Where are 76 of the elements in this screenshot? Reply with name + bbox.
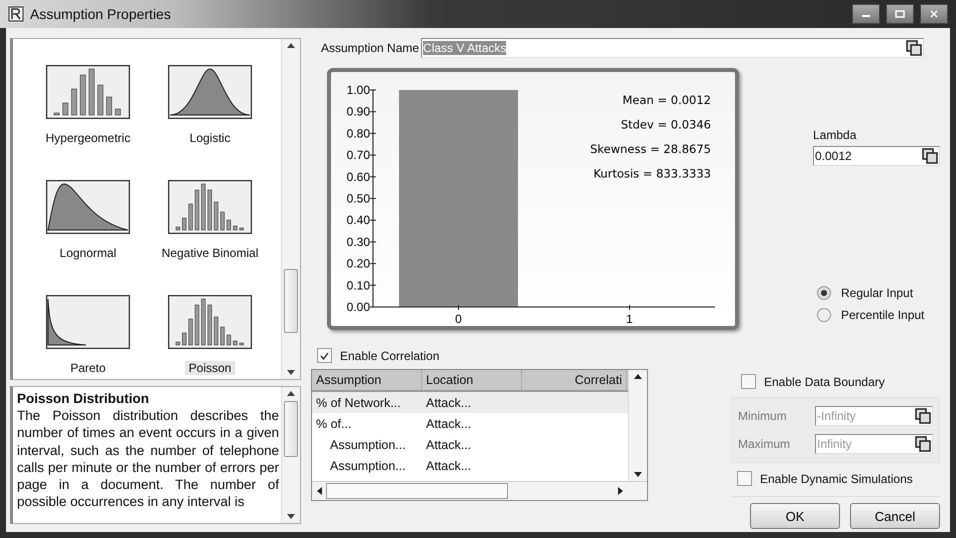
distribution-item[interactable]: Pareto [66,361,110,375]
distribution-item[interactable]: Poisson [184,361,236,375]
table-row[interactable]: % of Network... Attack... [312,392,628,413]
distribution-icon [168,295,252,349]
scrollbar[interactable] [312,481,647,500]
copy-icon[interactable] [906,40,922,56]
column-header[interactable]: Correlati [522,370,627,390]
up-arrow-icon[interactable] [634,374,642,379]
y-tick-label: 0.60 [346,170,370,184]
statistic-label: Skewness = 28.8675 [590,142,711,156]
column-header[interactable]: Location [422,370,522,390]
maximize-button[interactable] [886,4,914,24]
radio-label: Percentile Input [841,308,924,322]
close-button[interactable] [920,4,948,24]
radio-button[interactable] [817,308,831,322]
description-text: The Poisson distribution describes the number of times an event occurs in a given interval, such as the number of telephone calls per minute or the number of errors per page in a document. The number of possible occurrences in any interval is [17,407,279,510]
field-label: Maximum [738,437,790,451]
dialog-button[interactable]: Cancel [850,503,940,529]
y-tick-label: 0.10 [346,278,370,292]
distribution-icon [168,180,252,234]
left-arrow-icon[interactable] [317,487,322,495]
down-arrow-icon[interactable] [634,472,642,477]
column-header[interactable]: Assumption [312,370,422,390]
right-arrow-icon[interactable] [618,487,623,495]
y-tick-label: 0.70 [346,148,370,162]
y-tick-label: 0.90 [346,104,370,119]
scrollbar[interactable] [281,39,300,379]
radio-label: Regular Input [841,286,914,300]
y-tick-label: 0.00 [346,300,370,314]
statistic-label: Stdev = 0.0346 [620,118,711,132]
dialog-button[interactable]: OK [750,503,840,529]
distribution-icon [168,65,252,119]
distribution-item[interactable]: Logistic [186,131,234,145]
y-tick-label: 0.40 [346,213,370,228]
distribution-item[interactable]: Hypergeometric [42,131,134,145]
checkbox[interactable] [737,471,752,486]
checkbox-label: Enable Data Boundary [764,374,885,388]
radio-button[interactable] [817,286,831,300]
up-arrow-icon[interactable] [287,391,295,396]
scroll-thumb[interactable] [284,269,298,333]
x-tick-label: 0 [455,312,462,326]
description-title: Poisson Distribution [17,390,150,408]
scrollbar[interactable] [628,370,647,481]
up-arrow-icon[interactable] [287,43,295,48]
checkbox[interactable] [317,348,332,363]
y-tick-label: 0.80 [346,126,370,140]
parameter-label: Lambda [813,128,858,142]
close-icon [929,10,939,18]
minimize-button[interactable] [852,4,880,24]
statistic-label: Kurtosis = 833.3333 [593,166,711,180]
field-label: Assumption Name [321,41,420,55]
statistic-label: Mean = 0.0012 [622,93,711,107]
app-icon [8,6,24,22]
check-mark-icon [320,352,329,360]
y-tick-label: 1.00 [346,83,370,97]
x-tick-label: 1 [626,312,633,326]
field-label: Minimum [738,409,787,423]
scroll-thumb[interactable] [326,483,508,499]
y-tick-label: 0.20 [346,256,370,271]
distribution-item[interactable]: Negative Binomial [158,246,262,260]
y-tick-label: 0.30 [346,234,370,249]
scroll-thumb[interactable] [284,401,298,457]
window-title: Assumption Properties [30,6,171,22]
maximize-icon [895,10,905,18]
distribution-item[interactable]: Lognormal [56,246,120,260]
scrollbar[interactable] [281,387,300,523]
copy-icon[interactable] [922,148,938,164]
y-tick-label: 0.50 [346,192,370,206]
checkbox-label: Enable Dynamic Simulations [760,472,913,486]
distribution-icon [46,180,130,234]
distribution-icon [46,295,130,349]
down-arrow-icon[interactable] [287,514,295,519]
down-arrow-icon[interactable] [287,370,295,375]
parameter-field[interactable]: 0.0012 [813,146,940,166]
checkbox-label: Enable Correlation [340,348,440,362]
distribution-icon [46,65,130,119]
